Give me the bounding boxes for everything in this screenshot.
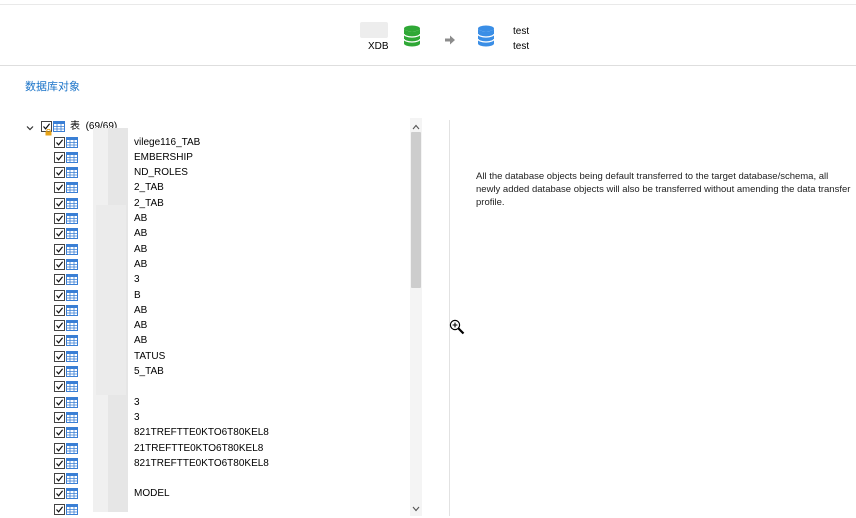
table-name: AB — [134, 258, 148, 270]
tree-item-table[interactable]: AB — [24, 211, 404, 226]
table-name: 821TREFTTE0KTO6T80KEL8 — [134, 457, 269, 469]
table-name: TATUS — [134, 350, 166, 362]
source-connection-name-blurred — [360, 22, 388, 38]
table-checkbox[interactable] — [54, 167, 65, 179]
table-checkbox[interactable] — [54, 457, 65, 469]
tree-item-table[interactable]: AB — [24, 242, 404, 257]
table-name: 3 — [134, 396, 140, 408]
table-checkbox[interactable] — [54, 182, 65, 194]
tree-item-table[interactable]: 5_TAB — [24, 364, 404, 379]
database-object-tree[interactable]: 表 (69/69) vilege116_TAB EMBERSHIP ND_ROLES… — [24, 118, 410, 516]
table-checkbox[interactable] — [54, 197, 65, 209]
tree-item-table[interactable] — [24, 502, 404, 516]
table-name: vilege116_TAB — [134, 136, 201, 148]
tree-item-table[interactable]: TATUS — [24, 349, 404, 364]
tree-item-table[interactable]: EMBERSHIP — [24, 150, 404, 165]
target-database-label: test — [513, 41, 530, 52]
table-checkbox[interactable] — [54, 228, 65, 240]
tree-item-table[interactable]: 3 — [24, 272, 404, 287]
table-name: 2_TAB — [134, 182, 164, 194]
tree-item-table[interactable]: AB — [24, 257, 404, 272]
table-checkbox[interactable] — [54, 442, 65, 454]
table-name: 5_TAB — [134, 366, 164, 377]
table-name: AB — [134, 335, 148, 347]
source-database-icon — [403, 25, 421, 50]
table-checkbox[interactable] — [54, 503, 65, 515]
table-checkbox[interactable] — [54, 289, 65, 301]
tree-item-table[interactable]: 2_TAB — [24, 196, 404, 211]
table-checkbox[interactable] — [54, 411, 65, 423]
tree-item-table[interactable]: 21TREFTTE0KTO6T80KEL8 — [24, 441, 404, 456]
tree-item-table[interactable]: 3 — [24, 395, 404, 410]
tree-item-table[interactable]: MODEL — [24, 486, 404, 501]
table-checkbox[interactable] — [54, 243, 65, 255]
table-checkbox[interactable] — [54, 258, 65, 270]
table-name: B — [134, 289, 141, 301]
header-divider — [0, 65, 856, 66]
tree-item-table[interactable]: AB — [24, 226, 404, 241]
tree-scrollbar[interactable] — [410, 118, 422, 516]
table-name: 21TREFTTE0KTO6T80KEL8 — [134, 442, 264, 454]
table-checkbox[interactable] — [54, 381, 65, 393]
table-checkbox[interactable] — [54, 366, 65, 377]
transfer-header: XDB test test — [0, 5, 856, 65]
target-database-icon — [477, 25, 495, 50]
tree-item-table[interactable]: vilege116_TAB — [24, 135, 404, 150]
arrow-right-icon — [444, 34, 456, 49]
table-name: 2_TAB — [134, 197, 164, 209]
table-checkbox[interactable] — [54, 473, 65, 485]
tree-item-table[interactable]: B — [24, 288, 404, 303]
zoom-in-icon — [449, 319, 465, 338]
tree-item-table[interactable]: 2_TAB — [24, 180, 404, 195]
table-icon — [66, 503, 78, 516]
table-checkbox[interactable] — [54, 213, 65, 224]
table-name: 3 — [134, 411, 140, 423]
tree-root-tables[interactable]: 表 (69/69) — [24, 119, 404, 136]
table-name: MODEL — [134, 488, 170, 500]
table-name: AB — [134, 320, 148, 332]
transfer-description: All the database objects being default t… — [476, 171, 851, 208]
tree-item-table[interactable] — [24, 471, 404, 486]
table-name: AB — [134, 213, 148, 224]
blurred-region — [96, 205, 126, 395]
table-checkbox[interactable] — [54, 396, 65, 408]
table-name: ND_ROLES — [134, 167, 188, 179]
table-checkbox[interactable] — [54, 274, 65, 286]
target-connection-label: test — [513, 26, 530, 37]
tree-item-table[interactable]: 821TREFTTE0KTO6T80KEL8 — [24, 425, 404, 440]
source-database-label: XDB — [368, 41, 389, 52]
scroll-down-icon[interactable] — [412, 504, 420, 515]
table-checkbox[interactable] — [54, 320, 65, 332]
tree-item-table[interactable]: AB — [24, 303, 404, 318]
scrollbar-thumb[interactable] — [411, 132, 421, 288]
panel-divider — [449, 120, 450, 516]
tree-item-table[interactable]: AB — [24, 333, 404, 348]
table-name: AB — [134, 243, 148, 255]
table-name: AB — [134, 228, 148, 240]
tree-item-table[interactable]: ND_ROLES — [24, 165, 404, 180]
table-name: AB — [134, 304, 148, 316]
tree-root-label: 表 — [70, 121, 80, 132]
table-checkbox[interactable] — [54, 488, 65, 500]
database-objects-title: 数据库对象 — [25, 81, 80, 93]
table-checkbox[interactable] — [54, 427, 65, 439]
table-checkbox[interactable] — [54, 151, 65, 163]
table-checkbox[interactable] — [54, 350, 65, 362]
table-checkbox[interactable] — [54, 136, 65, 148]
tree-item-table[interactable]: 821TREFTTE0KTO6T80KEL8 — [24, 456, 404, 471]
tree-item-table[interactable]: AB — [24, 318, 404, 333]
tree-item-table[interactable]: 3 — [24, 410, 404, 425]
table-checkbox[interactable] — [54, 304, 65, 316]
table-checkbox[interactable] — [54, 335, 65, 347]
table-name: EMBERSHIP — [134, 151, 193, 163]
table-name: 821TREFTTE0KTO6T80KEL8 — [134, 427, 269, 439]
table-name: 3 — [134, 274, 140, 286]
tree-item-table[interactable] — [24, 379, 404, 394]
